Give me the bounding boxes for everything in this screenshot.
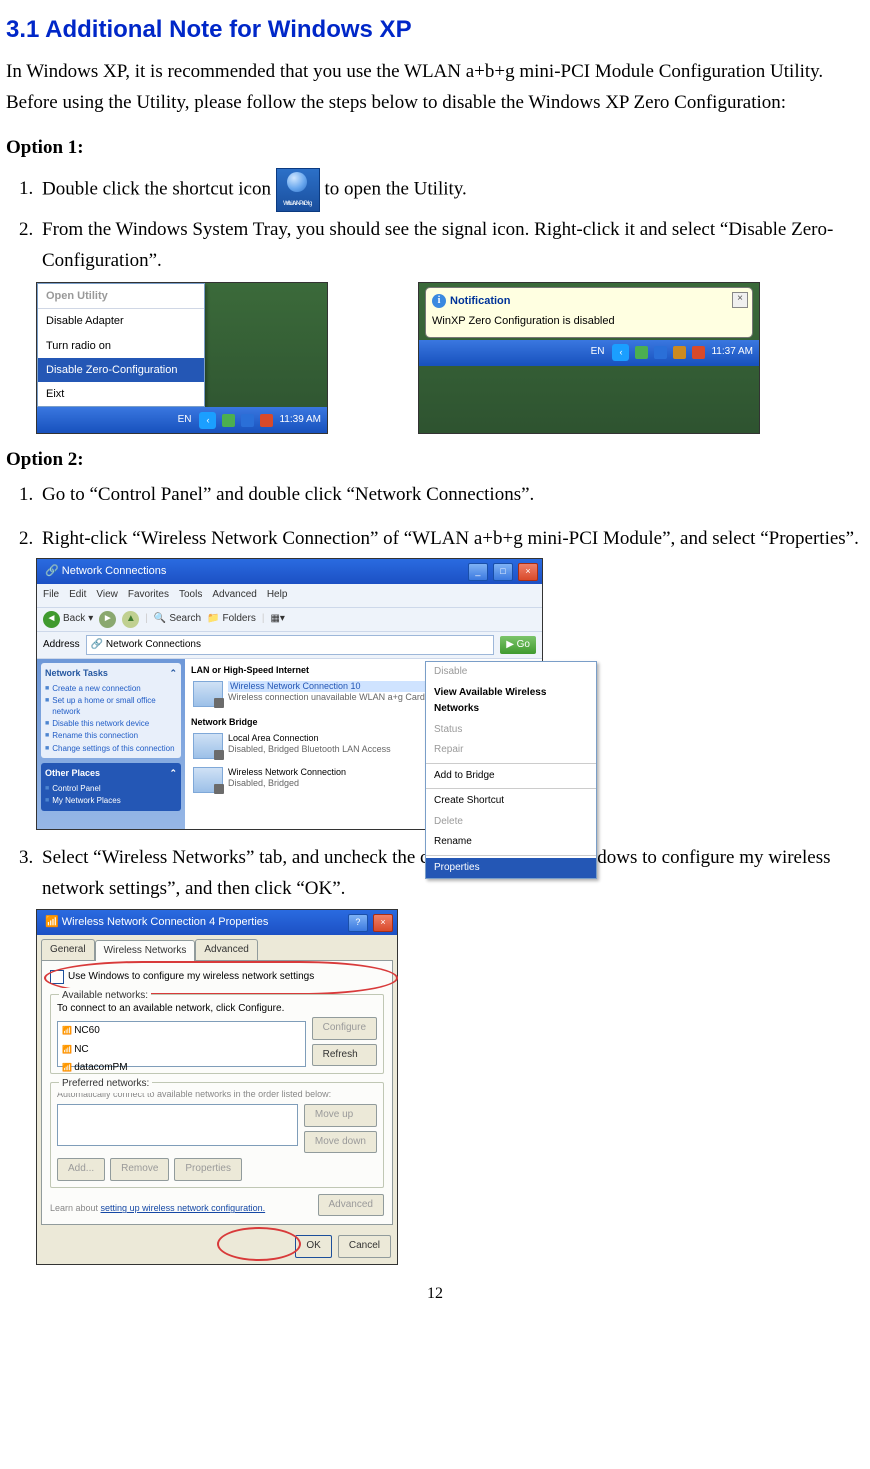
figure-properties-dialog: 📶 Wireless Network Connection 4 Properti…	[36, 909, 398, 1265]
remove-button[interactable]: Remove	[110, 1158, 169, 1181]
ok-button[interactable]: OK	[295, 1235, 331, 1258]
maximize-icon[interactable]: □	[493, 563, 513, 581]
step1-text-a: Double click the shortcut icon	[42, 178, 276, 199]
close-icon[interactable]: ×	[518, 563, 538, 581]
network-icon	[193, 733, 223, 759]
close-icon[interactable]: ×	[373, 914, 393, 932]
use-windows-label: Use Windows to configure my wireless net…	[68, 969, 314, 986]
tray-icon[interactable]	[241, 414, 254, 427]
preferred-networks-label: Preferred networks:	[59, 1076, 152, 1093]
notification-balloon: × i Notification WinXP Zero Configuratio…	[425, 287, 753, 337]
step1-text-b: to open the Utility.	[325, 178, 467, 199]
tray-icon[interactable]	[654, 346, 667, 359]
option1-step1: Double click the shortcut icon WLAN a+gm…	[38, 168, 864, 212]
tray-icon[interactable]	[222, 414, 235, 427]
minimize-icon[interactable]: _	[468, 563, 488, 581]
tray-expand-icon[interactable]: ‹	[199, 412, 216, 429]
figure-network-connections: 🔗 Network Connections _ □ × FileEditView…	[36, 558, 543, 830]
side-panel: Network Tasks⌃ Create a new connection S…	[37, 659, 185, 829]
figure-notification: × i Notification WinXP Zero Configuratio…	[418, 282, 760, 434]
address-input[interactable]: 🔗 Network Connections	[86, 635, 495, 656]
option2-label: Option 2:	[6, 444, 864, 475]
tray-context-menu: Open Utility Disable Adapter Turn radio …	[37, 283, 205, 407]
wlan-utility-icon: WLAN a+gmini-PCI	[276, 168, 320, 212]
section-heading: 3.1 Additional Note for Windows XP	[6, 10, 864, 50]
menu-disable-zero-config[interactable]: Disable Zero-Configuration	[38, 358, 204, 382]
option1-label: Option 1:	[6, 132, 864, 163]
menu-open-utility[interactable]: Open Utility	[38, 284, 204, 309]
configure-button[interactable]: Configure	[312, 1017, 377, 1040]
network-icon	[193, 767, 223, 793]
tray-expand-icon[interactable]: ‹	[612, 344, 629, 361]
ctx-delete[interactable]: Delete	[426, 812, 596, 833]
help-icon[interactable]: ?	[348, 914, 368, 932]
context-menu: Disable View Available Wireless Networks…	[425, 661, 597, 879]
tray-icon[interactable]	[260, 414, 273, 427]
close-icon[interactable]: ×	[732, 292, 748, 308]
properties-button[interactable]: Properties	[174, 1158, 242, 1181]
taskbar-lang[interactable]: EN	[589, 344, 607, 361]
tray-icon[interactable]	[635, 346, 648, 359]
menu-turn-radio-on[interactable]: Turn radio on	[38, 334, 204, 358]
learn-about-link[interactable]: Learn about setting up wireless network …	[50, 1201, 265, 1216]
move-up-button[interactable]: Move up	[304, 1104, 377, 1127]
balloon-body: WinXP Zero Configuration is disabled	[432, 312, 746, 330]
ctx-add-bridge[interactable]: Add to Bridge	[426, 766, 596, 787]
ctx-view-networks[interactable]: View Available Wireless Networks	[426, 683, 596, 720]
page-number: 12	[6, 1281, 864, 1307]
menu-exit[interactable]: Eixt	[38, 382, 204, 406]
preferred-networks-list[interactable]	[57, 1104, 298, 1146]
menu-disable-adapter[interactable]: Disable Adapter	[38, 309, 204, 333]
tab-wireless-networks[interactable]: Wireless Networks	[95, 940, 196, 962]
network-icon	[193, 681, 223, 707]
taskbar: EN ‹ 11:39 AM	[37, 407, 327, 433]
taskbar-lang[interactable]: EN	[176, 412, 194, 429]
views-icon[interactable]: ▦▾	[270, 611, 284, 628]
available-networks-list[interactable]: NC60 NC datacomPM	[57, 1021, 306, 1067]
tab-advanced[interactable]: Advanced	[195, 939, 257, 961]
ctx-repair[interactable]: Repair	[426, 740, 596, 761]
info-icon: i	[432, 294, 446, 308]
go-button[interactable]: ▶ Go	[500, 636, 536, 655]
tab-general[interactable]: General	[41, 939, 95, 961]
dialog-title: 📶 Wireless Network Connection 4 Properti…	[45, 913, 268, 931]
up-icon[interactable]: ▲	[122, 611, 139, 628]
ctx-create-shortcut[interactable]: Create Shortcut	[426, 791, 596, 812]
balloon-title: Notification	[450, 292, 511, 310]
window-title: 🔗 Network Connections	[45, 562, 166, 580]
intro-paragraph: In Windows XP, it is recommended that yo…	[6, 56, 864, 119]
ctx-status[interactable]: Status	[426, 720, 596, 741]
cancel-button[interactable]: Cancel	[338, 1235, 391, 1258]
menubar[interactable]: FileEditViewFavoritesToolsAdvancedHelp	[37, 584, 542, 607]
taskbar-clock: 11:37 AM	[711, 344, 753, 361]
add-button[interactable]: Add...	[57, 1158, 105, 1181]
figure-tray-menu: Open Utility Disable Adapter Turn radio …	[36, 282, 328, 434]
refresh-button[interactable]: Refresh	[312, 1044, 377, 1067]
ctx-disable[interactable]: Disable	[426, 662, 596, 683]
ctx-rename[interactable]: Rename	[426, 832, 596, 853]
option2-step1: Go to “Control Panel” and double click “…	[38, 479, 864, 510]
back-icon[interactable]: ◄	[43, 611, 60, 628]
taskbar-clock: 11:39 AM	[279, 412, 321, 429]
taskbar: EN ‹ 11:37 AM	[419, 340, 759, 366]
tray-icon[interactable]	[673, 346, 686, 359]
move-down-button[interactable]: Move down	[304, 1131, 377, 1154]
use-windows-checkbox[interactable]	[50, 970, 64, 984]
tray-icon[interactable]	[692, 346, 705, 359]
ctx-properties[interactable]: Properties	[426, 858, 596, 879]
main-pane: LAN or High-Speed Internet Wireless Netw…	[185, 659, 542, 829]
highlight-ring-icon	[217, 1227, 301, 1261]
forward-icon[interactable]: ►	[99, 611, 116, 628]
address-label: Address	[43, 637, 80, 654]
available-networks-label: Available networks:	[59, 988, 151, 1005]
advanced-button[interactable]: Advanced	[318, 1194, 384, 1217]
option2-step2: Right-click “Wireless Network Connection…	[38, 523, 864, 554]
toolbar[interactable]: ◄Back ▾ ► ▲ | 🔍 Search 📁 Folders | ▦▾	[37, 607, 542, 632]
option1-step2: From the Windows System Tray, you should…	[38, 214, 864, 277]
